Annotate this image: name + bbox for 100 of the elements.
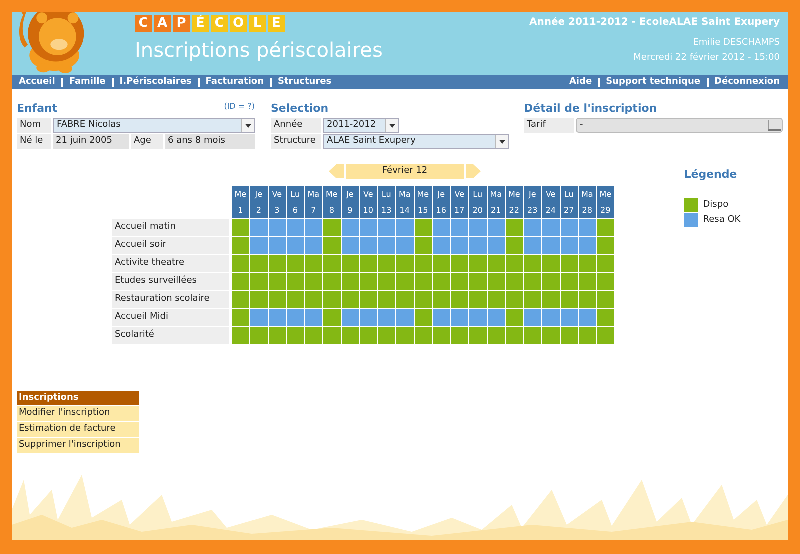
calendar-cell[interactable]	[342, 255, 359, 272]
calendar-cell[interactable]	[451, 309, 468, 326]
calendar-cell[interactable]	[323, 291, 340, 308]
calendar-cell[interactable]	[323, 309, 340, 326]
calendar-cell[interactable]	[378, 291, 396, 308]
calendar-cell[interactable]	[524, 327, 542, 344]
calendar-cell[interactable]	[432, 273, 450, 290]
calendar-cell[interactable]	[342, 327, 359, 344]
calendar-cell[interactable]	[268, 309, 286, 326]
nav-link[interactable]: Structures	[278, 75, 332, 89]
calendar-cell[interactable]	[360, 327, 377, 344]
field-button[interactable]	[768, 120, 781, 131]
calendar-cell[interactable]	[469, 309, 486, 326]
calendar-cell[interactable]	[232, 255, 250, 272]
calendar-cell[interactable]	[232, 219, 250, 236]
calendar-cell[interactable]	[342, 273, 359, 290]
calendar-cell[interactable]	[396, 255, 414, 272]
calendar-cell[interactable]	[432, 291, 450, 308]
previous-arrow-icon[interactable]	[329, 164, 344, 179]
calendar-cell[interactable]	[250, 327, 268, 344]
calendar-cell[interactable]	[396, 273, 414, 290]
calendar-cell[interactable]	[578, 309, 596, 326]
calendar-cell[interactable]	[286, 237, 304, 254]
nav-link[interactable]: I.Périscolaires	[120, 75, 192, 89]
calendar-cell[interactable]	[323, 237, 340, 254]
calendar-cell[interactable]	[323, 327, 340, 344]
calendar-cell[interactable]	[250, 273, 268, 290]
calendar-cell[interactable]	[506, 291, 523, 308]
calendar-cell[interactable]	[396, 309, 414, 326]
calendar-cell[interactable]	[250, 309, 268, 326]
calendar-cell[interactable]	[524, 291, 542, 308]
calendar-cell[interactable]	[451, 219, 468, 236]
calendar-cell[interactable]	[305, 255, 322, 272]
calendar-cell[interactable]	[451, 327, 468, 344]
calendar-cell[interactable]	[305, 273, 322, 290]
calendar-cell[interactable]	[286, 255, 304, 272]
calendar-cell[interactable]	[469, 273, 486, 290]
calendar-cell[interactable]	[286, 291, 304, 308]
calendar-cell[interactable]	[488, 255, 505, 272]
calendar-cell[interactable]	[305, 309, 322, 326]
calendar-cell[interactable]	[305, 219, 322, 236]
calendar-cell[interactable]	[506, 327, 523, 344]
calendar-cell[interactable]	[305, 291, 322, 308]
calendar-cell[interactable]	[432, 237, 450, 254]
calendar-cell[interactable]	[342, 219, 359, 236]
calendar-cell[interactable]	[268, 237, 286, 254]
calendar-cell[interactable]	[268, 255, 286, 272]
calendar-cell[interactable]	[323, 273, 340, 290]
dropdown-field[interactable]: FABRE Nicolas	[53, 118, 255, 133]
calendar-cell[interactable]	[360, 255, 377, 272]
calendar-cell[interactable]	[524, 219, 542, 236]
calendar-cell[interactable]	[578, 327, 596, 344]
calendar-cell[interactable]	[451, 255, 468, 272]
calendar-cell[interactable]	[305, 237, 322, 254]
nav-link[interactable]: Famille	[69, 75, 106, 89]
calendar-cell[interactable]	[232, 273, 250, 290]
calendar-cell[interactable]	[597, 237, 614, 254]
menu-item[interactable]: Estimation de facture	[17, 422, 139, 437]
calendar-cell[interactable]	[597, 309, 614, 326]
calendar-cell[interactable]	[506, 219, 523, 236]
calendar-cell[interactable]	[597, 255, 614, 272]
calendar-cell[interactable]	[396, 219, 414, 236]
calendar-cell[interactable]	[524, 255, 542, 272]
calendar-cell[interactable]	[432, 309, 450, 326]
calendar-cell[interactable]	[597, 327, 614, 344]
calendar-cell[interactable]	[560, 291, 578, 308]
calendar-cell[interactable]	[488, 309, 505, 326]
calendar-cell[interactable]	[414, 255, 432, 272]
calendar-cell[interactable]	[268, 327, 286, 344]
calendar-cell[interactable]	[488, 273, 505, 290]
calendar-cell[interactable]	[250, 255, 268, 272]
calendar-cell[interactable]	[268, 273, 286, 290]
calendar-cell[interactable]	[414, 273, 432, 290]
calendar-cell[interactable]	[286, 273, 304, 290]
menu-item[interactable]: Supprimer l'inscription	[17, 438, 139, 453]
calendar-cell[interactable]	[597, 291, 614, 308]
calendar-cell[interactable]	[414, 327, 432, 344]
calendar-cell[interactable]	[578, 291, 596, 308]
calendar-cell[interactable]	[432, 327, 450, 344]
calendar-cell[interactable]	[542, 219, 560, 236]
calendar-cell[interactable]	[360, 291, 377, 308]
calendar-cell[interactable]	[286, 309, 304, 326]
calendar-cell[interactable]	[323, 255, 340, 272]
calendar-cell[interactable]	[597, 273, 614, 290]
next-arrow-icon[interactable]	[466, 164, 481, 179]
nav-link[interactable]: Facturation	[206, 75, 264, 89]
calendar-cell[interactable]	[560, 309, 578, 326]
calendar-cell[interactable]	[542, 327, 560, 344]
calendar-cell[interactable]	[560, 255, 578, 272]
calendar-cell[interactable]	[378, 255, 396, 272]
calendar-cell[interactable]	[542, 309, 560, 326]
calendar-cell[interactable]	[469, 219, 486, 236]
calendar-cell[interactable]	[488, 219, 505, 236]
calendar-cell[interactable]	[414, 309, 432, 326]
calendar-cell[interactable]	[414, 219, 432, 236]
nav-link[interactable]: Aide	[569, 75, 592, 89]
calendar-cell[interactable]	[232, 291, 250, 308]
calendar-cell[interactable]	[542, 237, 560, 254]
calendar-cell[interactable]	[378, 273, 396, 290]
calendar-cell[interactable]	[488, 237, 505, 254]
